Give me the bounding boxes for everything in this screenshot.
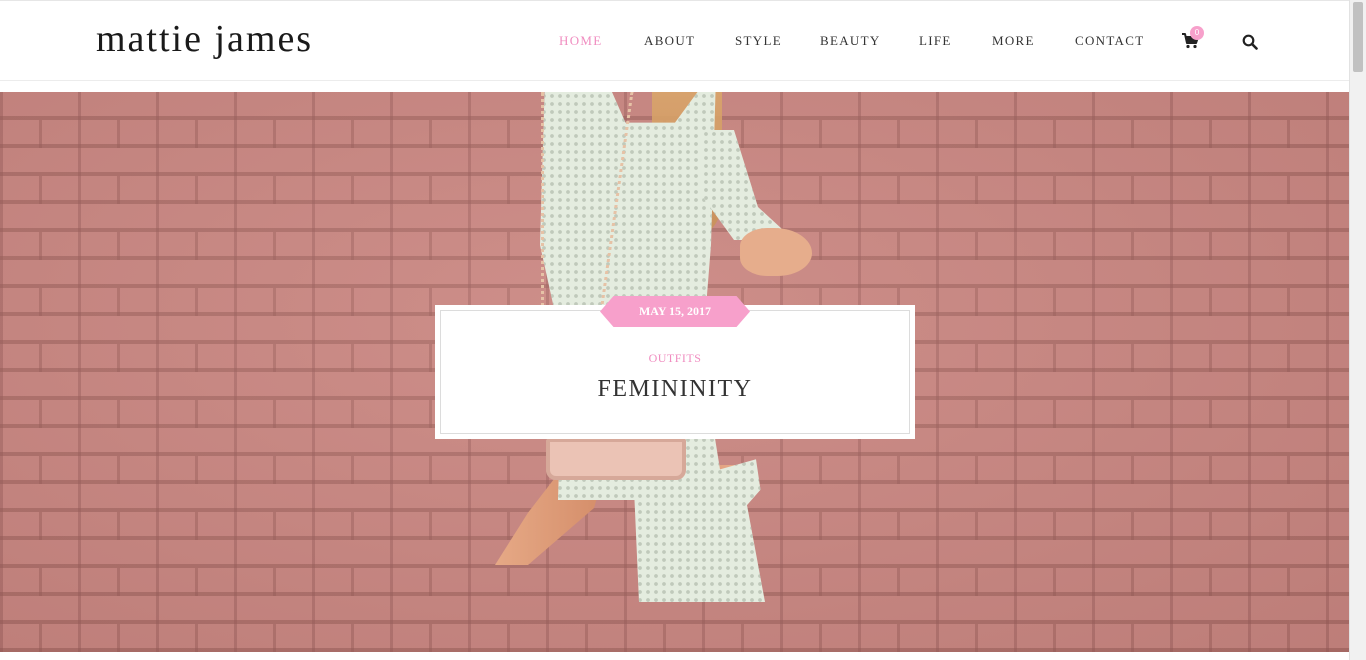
scrollbar-thumb[interactable] <box>1353 2 1363 72</box>
hand-shape <box>740 228 812 276</box>
post-category-link[interactable]: OUTFITS <box>435 351 915 366</box>
vertical-scrollbar[interactable] <box>1349 0 1366 660</box>
post-date-ribbon: MAY 15, 2017 <box>600 296 750 327</box>
nav-item-contact[interactable]: CONTACT <box>1075 32 1144 50</box>
search-icon[interactable] <box>1242 34 1258 50</box>
nav-item-about[interactable]: ABOUT <box>644 32 695 50</box>
site-logo[interactable]: mattie james <box>96 15 313 63</box>
nav-item-style[interactable]: STYLE <box>735 32 782 50</box>
page-bottom <box>0 652 1349 660</box>
nav-item-beauty[interactable]: BEAUTY <box>820 32 881 50</box>
handbag-shape <box>546 438 686 480</box>
cart-count-badge: 0 <box>1190 26 1204 40</box>
post-title-link[interactable]: FEMININITY <box>435 376 915 403</box>
card-inner-border <box>440 310 910 434</box>
site-header: mattie james HOME ABOUT STYLE BEAUTY LIF… <box>0 1 1349 81</box>
nav-item-more[interactable]: MORE <box>992 32 1035 50</box>
nav-item-life[interactable]: LIFE <box>919 32 952 50</box>
nav-item-home[interactable]: HOME <box>559 32 602 50</box>
